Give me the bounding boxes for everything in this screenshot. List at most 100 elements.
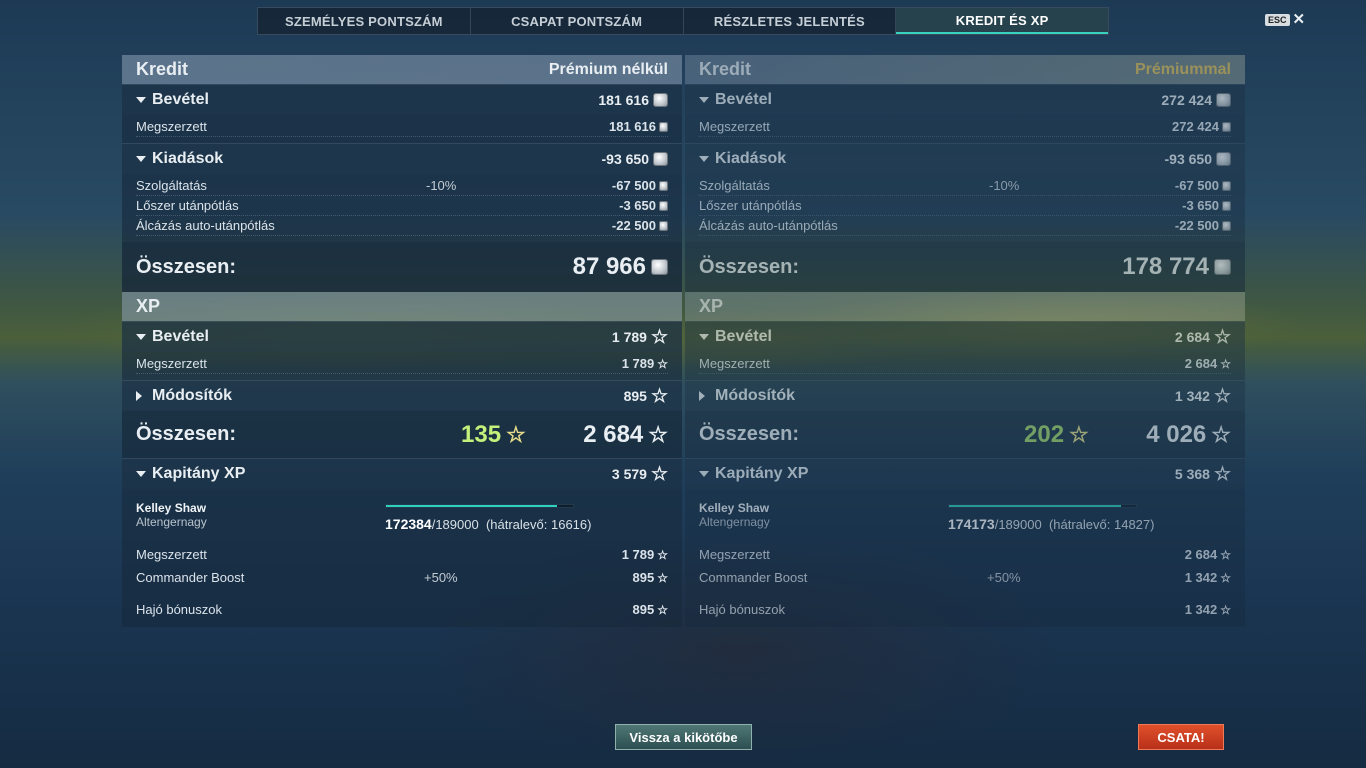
row-label: Szolgáltatás bbox=[136, 178, 207, 193]
xp-modifiers-group[interactable]: Módosítók 1 342 ☆ bbox=[685, 380, 1245, 411]
credit-income-group[interactable]: Bevétel 272 424 bbox=[685, 84, 1245, 115]
group-label: Módosítók bbox=[152, 387, 232, 404]
row-label: Hajó bónuszok bbox=[136, 602, 222, 617]
row-label: Álcázás auto-utánpótlás bbox=[136, 218, 275, 233]
row-label: Hajó bónuszok bbox=[699, 602, 785, 617]
xp-income-rows: Megszerzett 2 684 ☆ bbox=[685, 352, 1245, 380]
back-to-port-button[interactable]: Vissza a kikötőbe bbox=[615, 724, 752, 750]
credit-header: Kredit Prémiummal bbox=[685, 55, 1245, 84]
list-item: Szolgáltatás -10% -67 500 bbox=[699, 176, 1231, 196]
credit-coin-icon bbox=[1216, 93, 1231, 107]
tab-personal-score[interactable]: SZEMÉLYES PONTSZÁM bbox=[258, 8, 471, 34]
list-item: Álcázás auto-utánpótlás -22 500 bbox=[136, 216, 668, 236]
list-item: Commander Boost +50% 895 ☆ bbox=[136, 566, 668, 589]
xp-star-icon: ☆ bbox=[1211, 421, 1231, 447]
chevron-down-icon bbox=[136, 97, 146, 103]
total-label: Összesen: bbox=[699, 255, 800, 278]
row-label: Lőszer utánpótlás bbox=[699, 198, 802, 213]
total-label: Összesen: bbox=[136, 423, 237, 445]
close-button[interactable]: ESC ✕ bbox=[1265, 11, 1306, 28]
captain-xp-current: 172384 bbox=[385, 516, 432, 532]
captain-xp-remaining: (hátralevő: 16616) bbox=[485, 517, 592, 532]
xp-star-icon: ☆ bbox=[657, 356, 668, 371]
credit-expense-rows: Szolgáltatás -10% -67 500 Lőszer utánpót… bbox=[122, 174, 682, 242]
chevron-down-icon bbox=[699, 156, 709, 162]
credit-expenses-group[interactable]: Kiadások -93 650 bbox=[685, 143, 1245, 174]
captain-xp-group[interactable]: Kapitány XP 3 579 ☆ bbox=[122, 458, 682, 489]
credit-income-rows: Megszerzett 181 616 bbox=[122, 115, 682, 143]
chevron-down-icon bbox=[699, 471, 709, 477]
total-value: 87 966 bbox=[572, 253, 646, 280]
row-label: Commander Boost bbox=[699, 570, 808, 585]
xp-star-icon: ☆ bbox=[657, 602, 668, 617]
total-label: Összesen: bbox=[136, 255, 237, 278]
row-value: 1 342 bbox=[1184, 570, 1218, 585]
row-percent: -10% bbox=[989, 178, 1020, 193]
group-label: Kiadások bbox=[152, 150, 224, 167]
row-value: 181 616 bbox=[609, 119, 656, 134]
credit-header: Kredit Prémium nélkül bbox=[122, 55, 682, 84]
chevron-down-icon bbox=[699, 334, 709, 340]
tab-team-score[interactable]: CSAPAT PONTSZÁM bbox=[471, 8, 684, 34]
list-item: Lőszer utánpótlás -3 650 bbox=[136, 196, 668, 216]
xp-income-group[interactable]: Bevétel 1 789 ☆ bbox=[122, 321, 682, 352]
row-value: -67 500 bbox=[611, 178, 656, 193]
captain-xp-target: /189000 bbox=[994, 517, 1042, 532]
close-icon: ✕ bbox=[1292, 11, 1306, 28]
row-value: -22 500 bbox=[1174, 218, 1219, 233]
credit-total: Összesen: 87 966 bbox=[122, 242, 682, 292]
row-value: -3 650 bbox=[619, 198, 656, 213]
captain-name: Kelley Shaw bbox=[699, 501, 770, 515]
credit-title: Kredit bbox=[699, 59, 752, 79]
xp-star-icon: ☆ bbox=[650, 385, 668, 407]
xp-star-icon: ☆ bbox=[1213, 463, 1231, 485]
chevron-right-icon bbox=[136, 391, 142, 401]
captain-rank: Altengernagy bbox=[699, 515, 770, 529]
group-label: Bevétel bbox=[715, 328, 772, 345]
row-label: Megszerzett bbox=[699, 119, 770, 134]
row-value: -22 500 bbox=[611, 218, 656, 233]
tab-credits-xp[interactable]: KREDIT ÉS XP bbox=[896, 8, 1108, 34]
credit-expense-rows: Szolgáltatás -10% -67 500 Lőszer utánpót… bbox=[685, 174, 1245, 242]
list-item: Álcázás auto-utánpótlás -22 500 bbox=[699, 216, 1231, 236]
list-item: Megszerzett 272 424 bbox=[699, 117, 1231, 137]
credit-income-group[interactable]: Bevétel 181 616 bbox=[122, 84, 682, 115]
tab-bar: SZEMÉLYES PONTSZÁM CSAPAT PONTSZÁM RÉSZL… bbox=[257, 7, 1109, 35]
chevron-right-icon bbox=[699, 391, 705, 401]
credit-expenses-group[interactable]: Kiadások -93 650 bbox=[122, 143, 682, 174]
group-value: 1 789 bbox=[611, 329, 647, 345]
captain-xp-group[interactable]: Kapitány XP 5 368 ☆ bbox=[685, 458, 1245, 489]
total-value: 2 684 bbox=[583, 420, 644, 448]
credit-total: Összesen: 178 774 bbox=[685, 242, 1245, 292]
credit-coin-icon bbox=[1222, 121, 1231, 132]
credit-coin-icon bbox=[653, 93, 668, 107]
tab-detailed-report[interactable]: RÉSZLETES JELENTÉS bbox=[684, 8, 897, 34]
row-label: Megszerzett bbox=[699, 547, 770, 562]
credit-title: Kredit bbox=[136, 59, 189, 79]
credit-coin-icon bbox=[1222, 220, 1231, 231]
group-value: -93 650 bbox=[1164, 151, 1212, 167]
captain-xp-progress-bar bbox=[948, 504, 1137, 508]
xp-total: Összesen: 135 ☆ 2 684 ☆ bbox=[122, 411, 682, 458]
list-item: Szolgáltatás -10% -67 500 bbox=[136, 176, 668, 196]
row-label: Lőszer utánpótlás bbox=[136, 198, 239, 213]
xp-modifiers-group[interactable]: Módosítók 895 ☆ bbox=[122, 380, 682, 411]
group-value: 272 424 bbox=[1161, 92, 1212, 108]
xp-income-group[interactable]: Bevétel 2 684 ☆ bbox=[685, 321, 1245, 352]
row-value: 1 342 bbox=[1184, 602, 1218, 617]
xp-total: Összesen: 202 ☆ 4 026 ☆ bbox=[685, 411, 1245, 458]
battle-button[interactable]: CSATA! bbox=[1138, 724, 1224, 750]
row-percent: -10% bbox=[426, 178, 457, 193]
total-value: 178 774 bbox=[1122, 253, 1209, 280]
row-label: Szolgáltatás bbox=[699, 178, 770, 193]
credit-coin-icon bbox=[659, 200, 668, 211]
list-item: Commander Boost +50% 1 342 ☆ bbox=[699, 566, 1231, 589]
bonus-xp-value: 202 bbox=[1024, 420, 1065, 448]
row-value: -67 500 bbox=[1174, 178, 1219, 193]
row-value: -3 650 bbox=[1182, 198, 1219, 213]
progress-fill bbox=[386, 505, 557, 507]
row-label: Álcázás auto-utánpótlás bbox=[699, 218, 838, 233]
group-value: 181 616 bbox=[598, 92, 649, 108]
xp-star-icon: ☆ bbox=[1069, 421, 1089, 447]
xp-star-icon: ☆ bbox=[648, 421, 668, 447]
